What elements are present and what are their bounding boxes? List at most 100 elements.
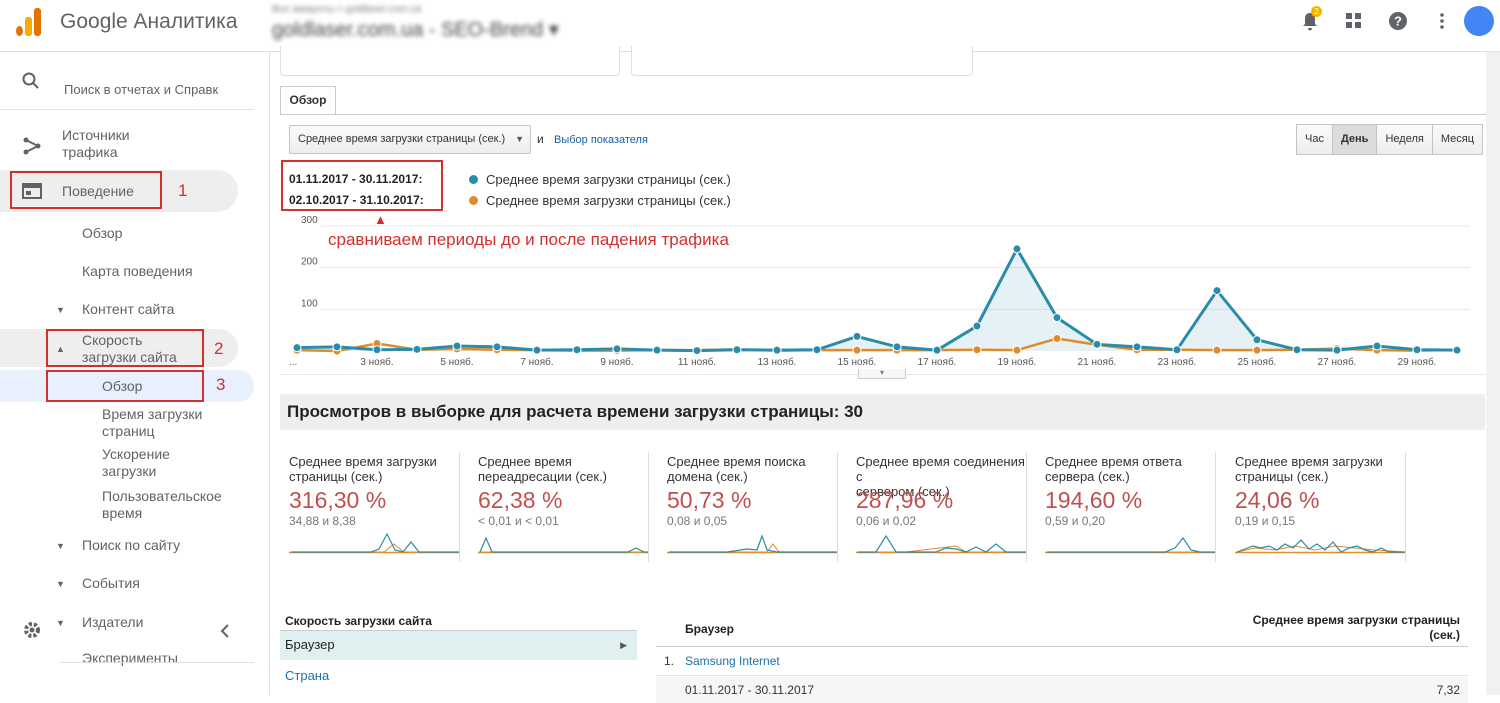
- x-tick-label: 17 нояб.: [918, 356, 957, 368]
- avatar[interactable]: [1464, 6, 1494, 36]
- legend-dot-series2: [469, 196, 478, 205]
- column-header-browser[interactable]: Браузер: [685, 622, 734, 636]
- line-chart[interactable]: 100 200 300... 3 нояб. 5 нояб. 7 нояб. 9 нояб.…: [285, 212, 1485, 382]
- tile-value: 24,06 %: [1235, 487, 1320, 513]
- svg-text:?: ?: [1394, 14, 1402, 29]
- sidebar-item-experiments[interactable]: Эксперименты: [82, 650, 178, 667]
- subrow-period: 01.11.2017 - 30.11.2017: [685, 683, 814, 697]
- data-point-series2: [972, 345, 982, 355]
- choose-metric-link[interactable]: Выбор показателя: [554, 134, 648, 146]
- dimension-row-browser[interactable]: Браузер ▶: [280, 630, 637, 660]
- sidebar-item-page-timings[interactable]: Время загрузки страниц: [102, 406, 202, 440]
- sidebar-item-site-search[interactable]: Поиск по сайту: [82, 537, 180, 554]
- data-point-series1: [652, 345, 662, 355]
- x-tick-label: ...: [289, 357, 297, 368]
- data-point-series1: [532, 345, 542, 355]
- period-week-button[interactable]: Неделя: [1376, 124, 1433, 155]
- metric-tile[interactable]: Среднее время переадресации (сек.) 62,38 …: [469, 452, 649, 562]
- sidebar-item-events[interactable]: События: [82, 575, 140, 592]
- tile-sub: 0,19 и 0,15: [1235, 514, 1296, 528]
- analytics-logo-icon[interactable]: [14, 6, 44, 36]
- notifications-icon[interactable]: 2: [1288, 0, 1332, 42]
- period-month-button[interactable]: Месяц: [1431, 124, 1483, 155]
- highlight-box-2: [46, 329, 204, 367]
- tile-sub: < 0,01 и < 0,01: [478, 514, 559, 528]
- sidebar-item-user-timings[interactable]: Пользовательское время: [102, 488, 222, 522]
- metric-tile[interactable]: Среднее время загрузки страницы (сек.) 31…: [280, 452, 460, 562]
- gear-icon[interactable]: [22, 620, 42, 646]
- summary-card: [631, 46, 973, 76]
- tab-overview[interactable]: Обзор: [280, 86, 336, 114]
- metric-tile[interactable]: Среднее время соединения с сервером (сек…: [847, 452, 1027, 562]
- data-point-series1: [772, 345, 782, 355]
- period-hour-button[interactable]: Час: [1296, 124, 1333, 155]
- sidebar-item-site-content[interactable]: Контент сайта: [82, 301, 174, 318]
- data-point-series2: [852, 345, 862, 355]
- summary-card: [280, 46, 620, 76]
- y-tick-label: 300: [301, 215, 318, 226]
- data-point-series1: [412, 344, 422, 354]
- search-input[interactable]: Поиск в отчетах и Справк: [64, 82, 218, 97]
- period-day-button[interactable]: День: [1331, 124, 1378, 155]
- metric-tile[interactable]: Среднее время поиска домена (сек.) 50,73 …: [658, 452, 838, 562]
- expand-arrow-icon[interactable]: ▼: [56, 579, 65, 589]
- search-icon: [22, 72, 40, 95]
- sidebar: Поиск в отчетах и Справк Источники трафи…: [0, 52, 270, 695]
- top-bar: Google Аналитика Все аккаунты > goldlase…: [0, 0, 1500, 52]
- x-tick-label: 19 нояб.: [998, 356, 1037, 368]
- main-content: Обзор Среднее время загрузки страницы (с…: [270, 46, 1500, 703]
- app-title[interactable]: Google Аналитика: [60, 10, 238, 34]
- data-point-series1: [492, 342, 502, 352]
- apps-grid-icon[interactable]: [1332, 0, 1376, 42]
- legend-series2: Среднее время загрузки страницы (сек.): [469, 193, 731, 208]
- data-point-series1: [692, 346, 702, 356]
- data-point-series1: [852, 331, 862, 341]
- x-tick-label: 25 нояб.: [1238, 356, 1277, 368]
- metric-tile[interactable]: Среднее время ответа сервера (сек.) 194,6…: [1036, 452, 1216, 562]
- sidebar-item-behavior-flow[interactable]: Карта поведения: [82, 263, 193, 280]
- chevron-down-icon: ▼: [515, 134, 524, 144]
- x-tick-label: 29 нояб.: [1398, 356, 1437, 368]
- tile-value: 194,60 %: [1045, 487, 1143, 513]
- data-point-series1: [812, 345, 822, 355]
- sidebar-item-speed-suggestions[interactable]: Ускорение загрузки: [102, 446, 170, 480]
- expand-arrow-icon[interactable]: ▼: [56, 618, 65, 628]
- scrollbar[interactable]: [1486, 52, 1500, 695]
- tile-value: 287,96 %: [856, 487, 954, 513]
- x-tick-label: 3 нояб.: [360, 356, 393, 368]
- metric-select[interactable]: Среднее время загрузки страницы (сек.) ▼: [289, 125, 531, 154]
- period2-label: 02.10.2017 - 31.10.2017:: [289, 193, 424, 207]
- data-point-series1: [1252, 335, 1262, 345]
- expand-arrow-icon[interactable]: ▼: [56, 541, 65, 551]
- help-icon[interactable]: ?: [1376, 0, 1420, 42]
- sidebar-search[interactable]: Поиск в отчетах и Справк: [0, 60, 254, 110]
- highlight-box-1: [10, 171, 162, 209]
- metric-tile[interactable]: Среднее время загрузки страницы (сек.) 24…: [1226, 452, 1406, 562]
- more-vert-icon[interactable]: [1420, 0, 1464, 42]
- chevron-right-icon: ▶: [620, 640, 627, 650]
- sidebar-item-behavior-overview[interactable]: Обзор: [82, 225, 122, 242]
- column-header-load-time[interactable]: Среднее время загрузки страницы (сек.): [1200, 613, 1460, 643]
- data-point-series1: [892, 342, 902, 352]
- tile-value: 316,30 %: [289, 487, 387, 513]
- account-selector[interactable]: Все аккаунты > goldlaser.com.ua goldlase…: [272, 4, 559, 42]
- data-point-series1: [1172, 345, 1182, 355]
- data-point-series1: [612, 344, 622, 354]
- row-browser-link[interactable]: Samsung Internet: [685, 647, 780, 675]
- expand-arrow-icon[interactable]: ▼: [56, 305, 65, 315]
- data-point-series1: [452, 341, 462, 351]
- sidebar-item-publisher[interactable]: Издатели: [82, 614, 143, 631]
- sparkline: [1235, 539, 1405, 554]
- sidebar-item-acquisition[interactable]: Источники трафика: [0, 122, 254, 166]
- dimension-row-country[interactable]: Страна: [285, 668, 329, 683]
- data-point-series1: [292, 343, 302, 353]
- sparkline: [478, 536, 648, 554]
- data-point-series1: [332, 342, 342, 352]
- x-tick-label: 9 нояб.: [600, 356, 633, 368]
- dimension-table-header: Скорость загрузки сайта: [285, 614, 432, 628]
- collapse-sidebar-icon[interactable]: [220, 624, 230, 643]
- data-point-series1: [1412, 345, 1422, 355]
- x-tick-label: 13 нояб.: [758, 356, 797, 368]
- legend-series1: Среднее время загрузки страницы (сек.): [469, 172, 731, 187]
- chart-resize-handle-icon[interactable]: ▾: [858, 369, 906, 379]
